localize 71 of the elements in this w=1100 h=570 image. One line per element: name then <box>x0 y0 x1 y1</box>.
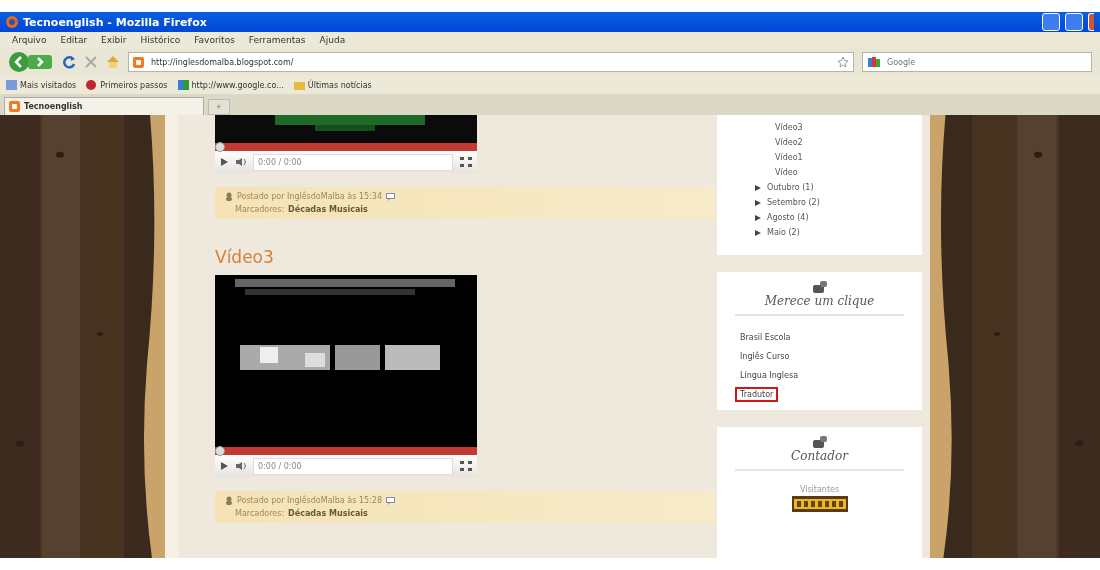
browser-tab[interactable]: Tecnoenglish <box>4 97 204 115</box>
bookmark-item[interactable]: Mais visitados <box>6 80 77 90</box>
address-field[interactable]: http://inglesdomalba.blogspot.com/ <box>149 56 832 68</box>
archive-month[interactable]: Agosto (4) <box>767 213 809 222</box>
search-engine-icon[interactable] <box>867 56 881 68</box>
new-tab-button[interactable]: + <box>208 99 230 115</box>
archive-post[interactable]: Vídeo1 <box>745 153 894 162</box>
archive-month[interactable]: Setembro (2) <box>767 198 820 207</box>
firefox-icon <box>6 16 18 28</box>
widget-link[interactable]: Brasil Escola <box>735 330 796 345</box>
widget-link[interactable]: Inglês Curso <box>735 349 795 364</box>
site-icon <box>9 101 20 112</box>
menu-item[interactable]: Ajuda <box>319 35 346 45</box>
comment-icon[interactable] <box>386 496 395 505</box>
post-label[interactable]: Décadas Musicais <box>288 509 368 518</box>
video-time: 0:00 / 0:00 <box>253 457 453 475</box>
widget-title: Contador <box>735 449 904 471</box>
expand-arrow-icon[interactable] <box>755 184 761 191</box>
labels-caption: Marcadores: <box>235 509 285 518</box>
play-icon[interactable] <box>219 461 229 471</box>
archive-month[interactable]: Maio (2) <box>767 228 800 237</box>
search-bar[interactable]: Google <box>862 52 1092 72</box>
menu-item[interactable]: Ferramentas <box>248 35 306 45</box>
post-byline: Postado por InglêsdoMalba às 15:34 <box>237 192 382 201</box>
address-bar[interactable]: http://inglesdomalba.blogspot.com/ <box>128 52 854 72</box>
user-icon <box>225 192 233 201</box>
menu-item[interactable]: Histórico <box>140 35 181 45</box>
play-icon[interactable] <box>219 157 229 167</box>
expand-arrow-icon[interactable] <box>755 214 761 221</box>
speaker-icon[interactable] <box>235 461 247 471</box>
menu-item[interactable]: Exibir <box>101 35 127 45</box>
tile-icon <box>177 80 189 90</box>
comment-icon[interactable] <box>386 192 395 201</box>
archive-month[interactable]: Outubro (1) <box>767 183 814 192</box>
archive-post[interactable]: Vídeo2 <box>745 138 894 147</box>
site-icon <box>133 56 144 68</box>
menu-item[interactable]: Editar <box>60 35 88 45</box>
menu-item[interactable]: Favoritos <box>194 35 235 45</box>
reload-icon[interactable] <box>62 55 76 69</box>
maximize-button[interactable] <box>1065 13 1083 31</box>
archive-post[interactable]: Vídeo <box>745 168 894 177</box>
minimize-button[interactable] <box>1042 13 1060 31</box>
menu-item[interactable]: Arquivo <box>12 35 47 45</box>
expand-arrow-icon[interactable] <box>755 229 761 236</box>
bookmark-item[interactable]: http://www.google.co... <box>177 80 284 90</box>
visitor-counter-drawing <box>791 496 848 512</box>
labels-caption: Marcadores: <box>235 205 285 214</box>
back-forward-icon[interactable] <box>8 51 54 73</box>
video-progress-bar[interactable] <box>215 447 477 455</box>
widget-link[interactable]: Tradutor <box>735 387 779 402</box>
expand-arrow-icon[interactable] <box>755 199 761 206</box>
bookmark-item[interactable]: Últimas notícias <box>293 80 372 90</box>
search-field[interactable]: Google <box>885 56 1087 68</box>
video-progress-bar[interactable] <box>215 143 477 151</box>
user-icon <box>225 496 233 505</box>
folder-icon <box>293 80 305 90</box>
fullscreen-icon[interactable] <box>459 156 473 168</box>
widget-link[interactable]: Língua Inglesa <box>735 368 804 383</box>
star-icon[interactable] <box>837 56 849 68</box>
post-label[interactable]: Décadas Musicais <box>288 205 368 214</box>
post-byline: Postado por InglêsdoMalba às 15:28 <box>237 496 382 505</box>
video-time: 0:00 / 0:00 <box>253 153 453 171</box>
speaker-icon[interactable] <box>235 157 247 167</box>
window-title: Tecnoenglish - Mozilla Firefox <box>23 15 207 29</box>
counter-caption: Visitantes <box>798 485 841 494</box>
archive-post[interactable]: Vídeo3 <box>745 123 894 132</box>
close-button[interactable] <box>1088 13 1094 31</box>
widget-title: Merece um clique <box>735 294 904 316</box>
fullscreen-icon[interactable] <box>459 460 473 472</box>
bookmark-item[interactable]: Primeiros passos <box>86 80 168 90</box>
dot-icon <box>86 80 98 90</box>
